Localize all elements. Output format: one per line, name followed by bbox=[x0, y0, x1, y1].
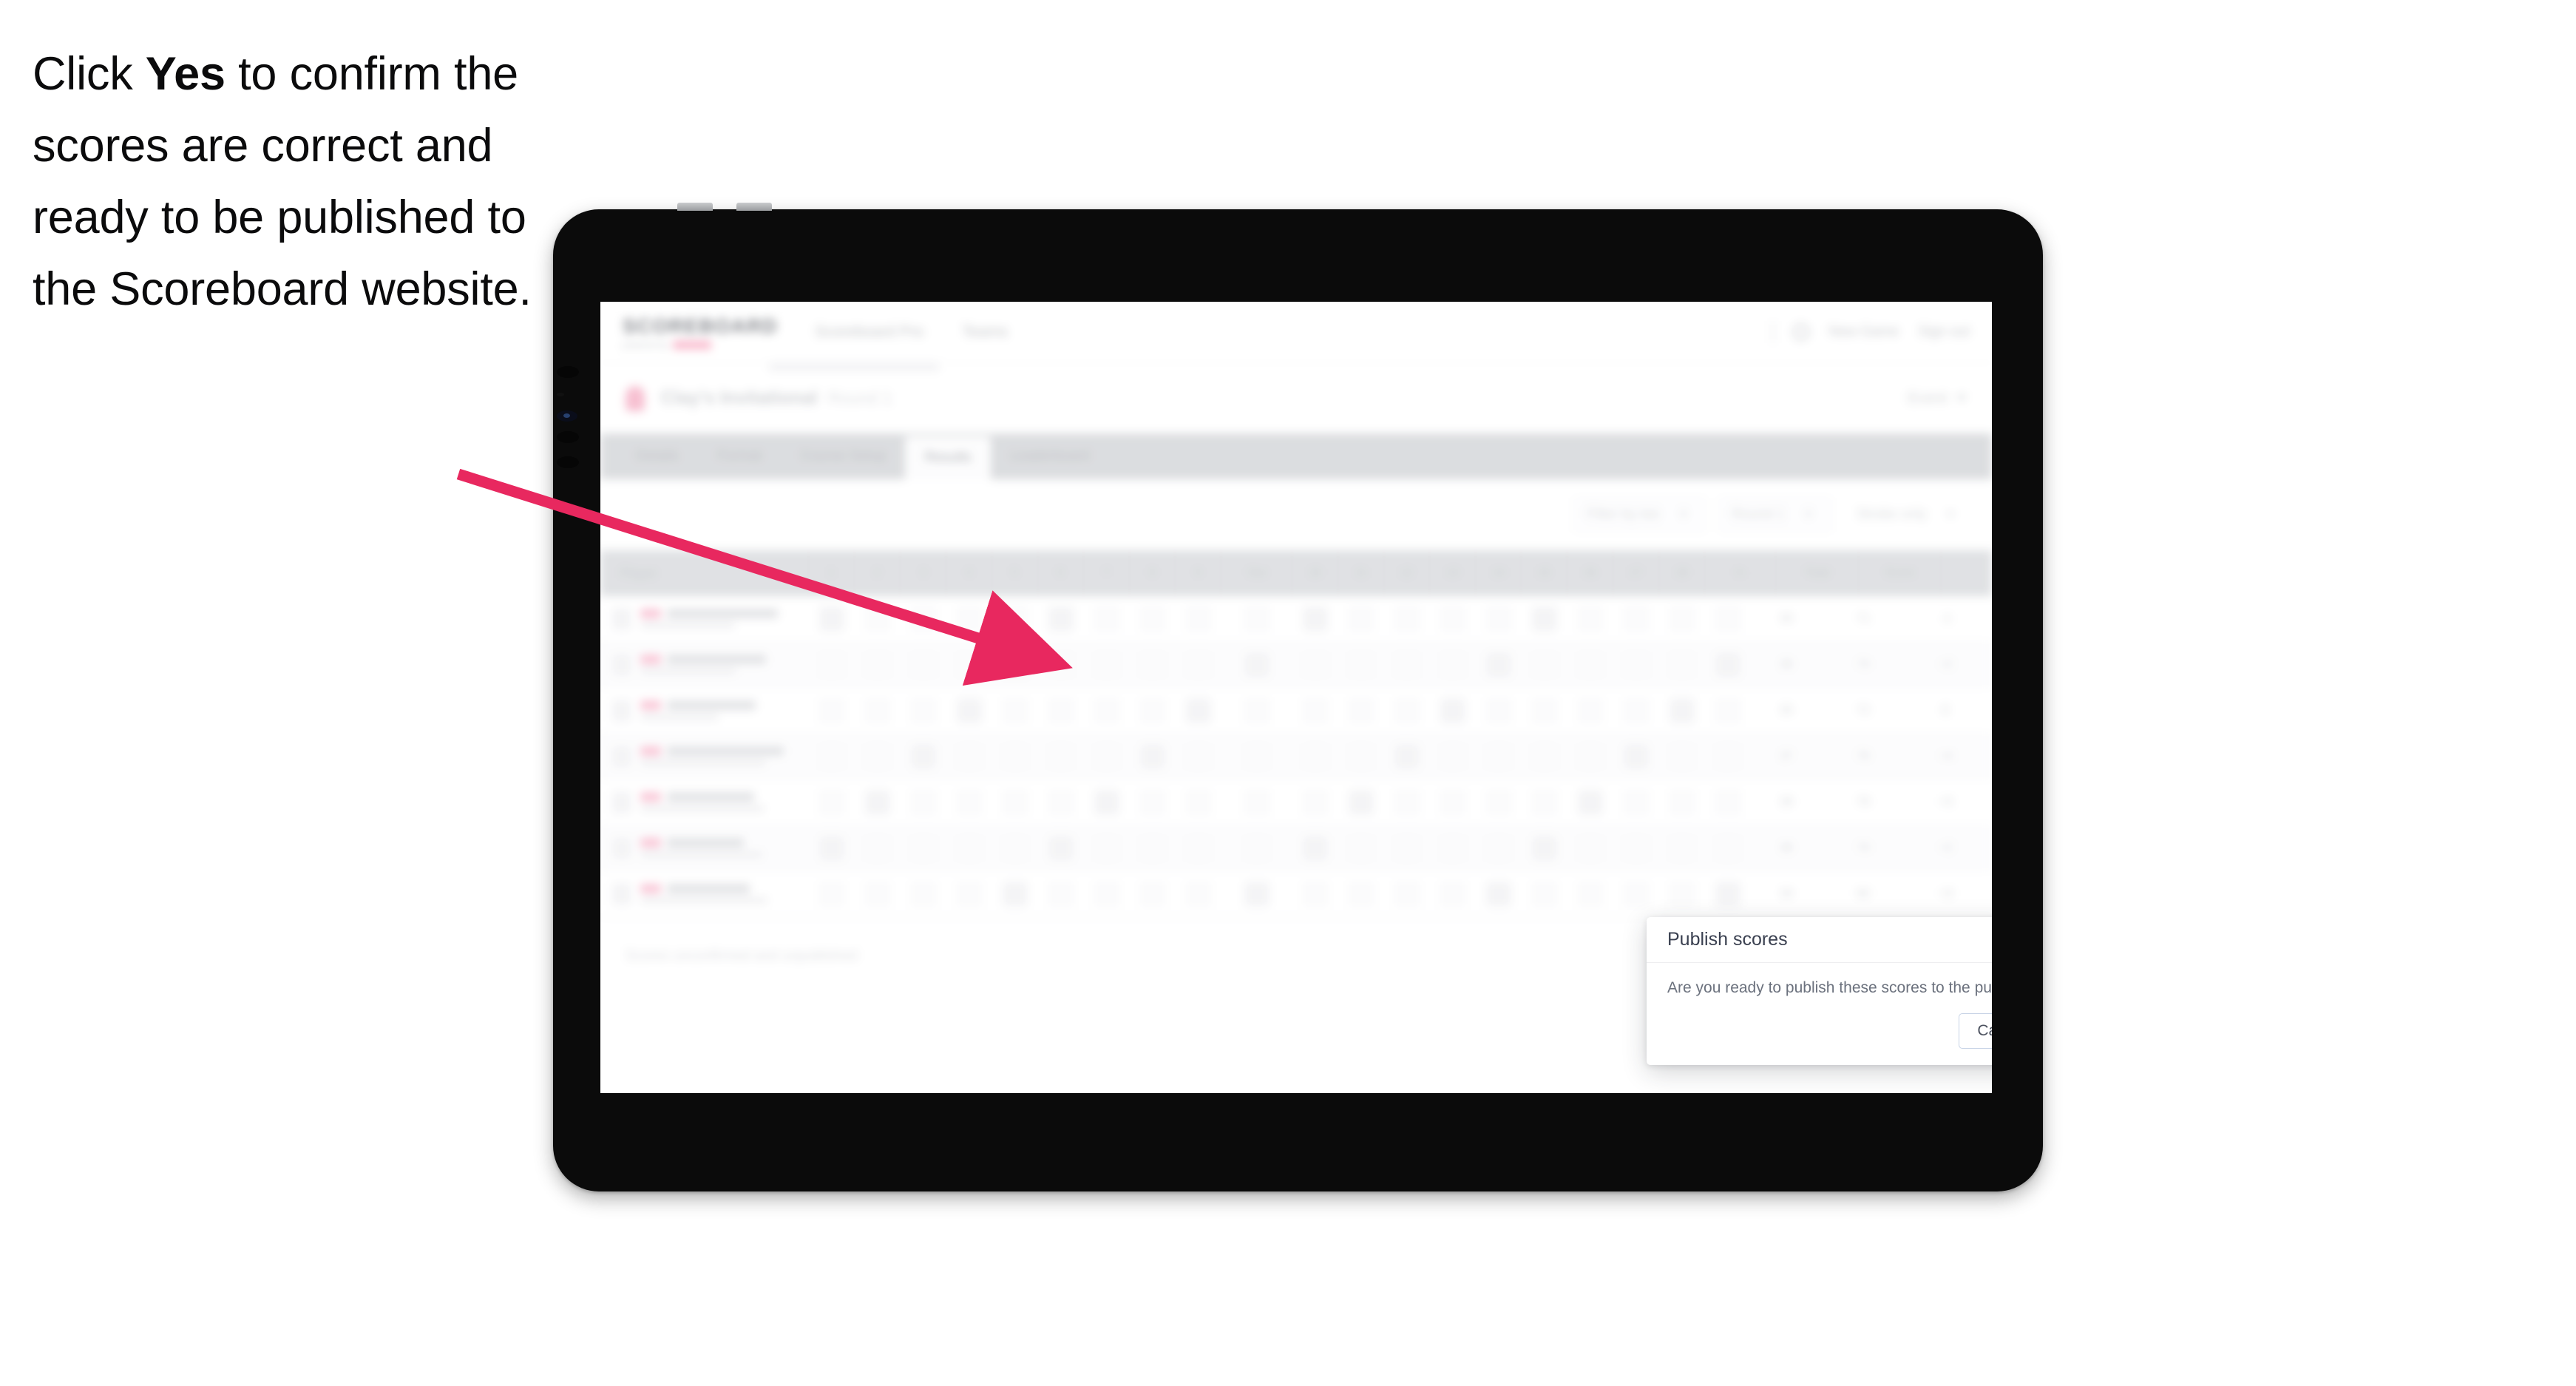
instruction-emphasis: Yes bbox=[145, 48, 226, 100]
tablet-device: SCOREBOARD powered by Scoreboard Pro Tea… bbox=[549, 203, 2047, 1196]
tablet-screen: SCOREBOARD powered by Scoreboard Pro Tea… bbox=[600, 302, 1992, 1093]
dialog-actions: Cancel Yes bbox=[1959, 1013, 1992, 1049]
dialog-body: Are you ready to publish these scores to… bbox=[1647, 963, 1992, 997]
device-button-side-2[interactable] bbox=[557, 431, 579, 443]
dialog-message: Are you ready to publish these scores to… bbox=[1667, 979, 1992, 996]
publish-scores-dialog: Publish scores Are you ready to publish … bbox=[1647, 917, 1992, 1065]
instruction-part-1: Click bbox=[33, 48, 146, 100]
device-microphone bbox=[557, 393, 564, 396]
device-button-volume-down[interactable] bbox=[736, 203, 772, 211]
device-button-volume-up[interactable] bbox=[677, 203, 713, 211]
device-button-side-3[interactable] bbox=[557, 456, 579, 468]
dialog-title: Publish scores bbox=[1667, 929, 1788, 950]
device-camera-icon bbox=[557, 410, 577, 422]
dialog-header: Publish scores bbox=[1647, 917, 1992, 963]
device-button-side-1[interactable] bbox=[557, 366, 579, 378]
page-root: Click Yes to confirm the scores are corr… bbox=[0, 0, 2576, 1386]
instruction-text: Click Yes to confirm the scores are corr… bbox=[33, 38, 580, 325]
cancel-button[interactable]: Cancel bbox=[1959, 1013, 1992, 1049]
